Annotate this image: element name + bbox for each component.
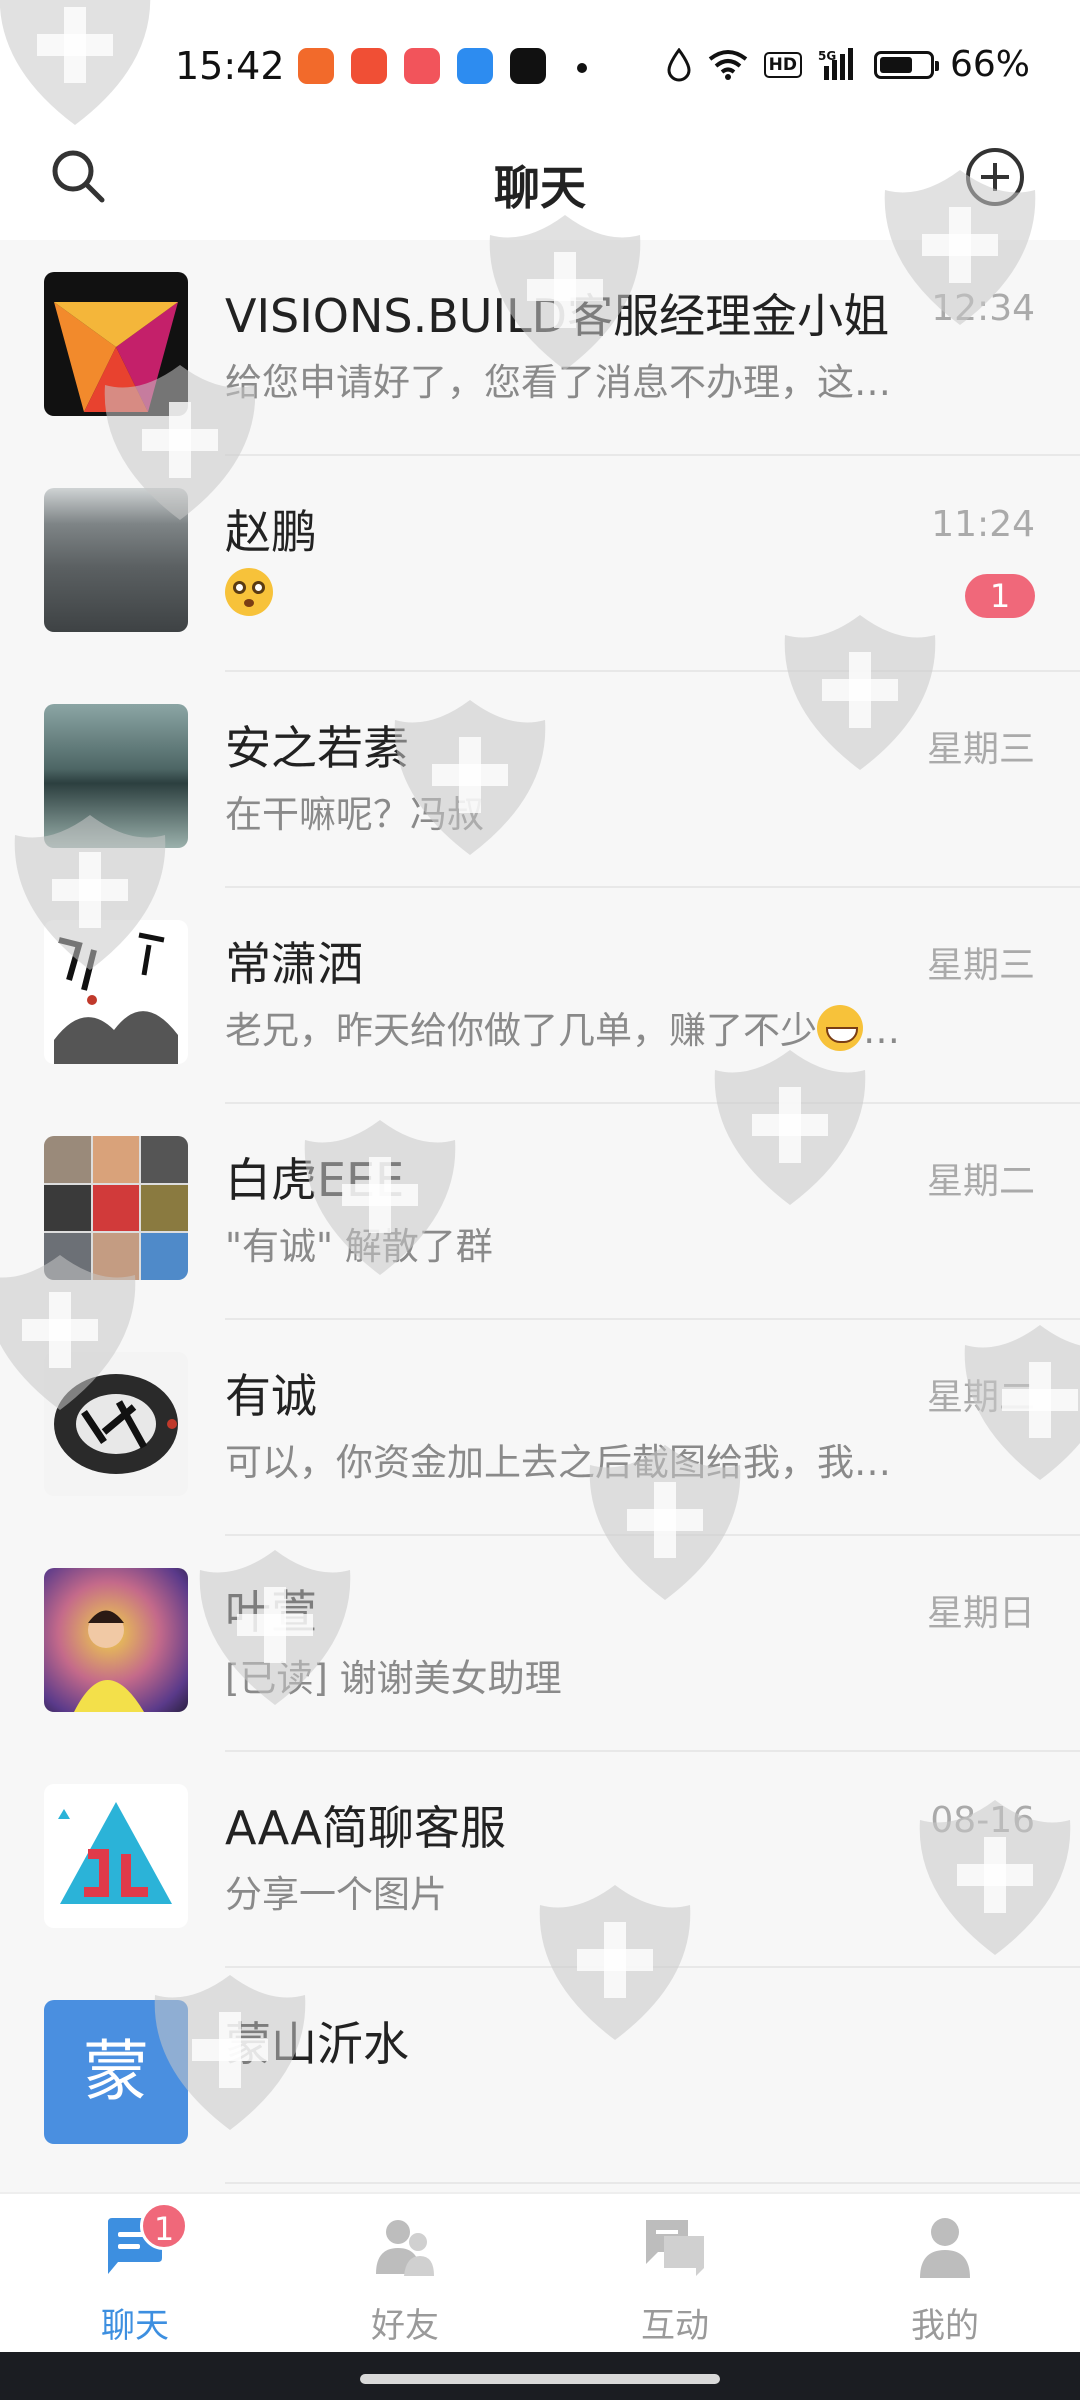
avatar [44,920,188,1064]
more-notifications-dot [577,63,587,73]
divider [225,2182,1080,2184]
chat-time: 星期三 [926,945,1035,986]
signal-icon: 5G [818,47,858,82]
chat-item[interactable]: 叶萱 星期日 [已读] 谢谢美女助理 [0,1536,1080,1752]
chat-preview: [已读] 谢谢美女助理 [225,1657,562,1700]
tab-label: 互动 [641,2306,709,2346]
chat-preview: 在干嘛呢？冯叔 [225,793,484,836]
tab-badge: 1 [140,2202,188,2250]
tab-friends[interactable]: 好友 [270,2194,540,2354]
chat-time: 星期二 [926,1161,1035,1202]
chat-name: 有诚 [225,1369,317,1423]
chat-item[interactable]: VISIONS.BUILD客服经理金小姐 12:34 给您申请好了，您看了消息不… [0,240,1080,456]
chat-preview: 老兄，昨天给你做了几单，赚了不少 … [225,1000,900,1054]
arrow-app-icon [510,48,546,84]
chat-preview: "有诚" 解散了群 [225,1225,493,1268]
bottom-tab-bar: 1 聊天 好友 互动 我的 [0,2192,1080,2354]
wifi-icon [708,49,748,81]
chat-name: 蒙山沂水 [225,2017,409,2071]
top-app-bar: 聊天 [0,130,1080,240]
friends-tab-icon [372,2214,438,2280]
battery-percent: 66% [949,44,1030,85]
tab-chat[interactable]: 1 聊天 [0,2194,270,2354]
avatar [44,272,188,416]
avatar [44,1568,188,1712]
chat-item[interactable]: 蒙 蒙山沂水 [0,1968,1080,2184]
chat-preview: 可以，你资金加上去之后截图给我，我… [225,1441,891,1484]
chat-item[interactable]: AAA简聊客服 08-16 分享一个图片 [0,1752,1080,1968]
home-gesture-handle[interactable] [360,2374,720,2384]
status-time: 15:42 [175,44,285,88]
battery-fill [879,56,912,73]
status-app-icons [298,48,546,84]
avatar [44,488,188,632]
chat-time: 星期二 [926,1377,1035,1418]
system-nav-bar [0,2352,1080,2400]
chat-preview-text: 老兄，昨天给你做了几单，赚了不少 [225,1009,817,1052]
chat-preview: 分享一个图片 [225,1873,447,1916]
chat-item[interactable]: 常潇洒 星期三 老兄，昨天给你做了几单，赚了不少 … [0,888,1080,1104]
plus-circle-icon[interactable] [960,142,1030,212]
page-title: 聊天 [494,161,586,215]
flushed-face-emoji [225,568,273,616]
status-indicators: HD 5G 66% [666,44,1030,85]
chat-time: 12:34 [931,288,1035,329]
chat-name: 常潇洒 [225,937,363,991]
tab-label: 好友 [371,2306,439,2346]
chat-preview [225,568,273,616]
chat-time: 11:24 [931,504,1035,545]
tab-label: 聊天 [101,2306,169,2346]
chat-name: VISIONS.BUILD客服经理金小姐 [225,289,890,343]
chat-name: AAA简聊客服 [225,1801,506,1855]
chat-name: 赵鹏 [225,505,317,559]
chat-item[interactable]: 安之若素 星期三 在干嘛呢？冯叔 [0,672,1080,888]
avatar [44,1352,188,1496]
chat-time: 08-16 [930,1800,1035,1841]
profile-tab-icon [912,2214,978,2280]
chat-app-icon [457,48,493,84]
app-notification-icon [298,48,334,84]
chat-name: 白虎EEE [225,1153,405,1207]
video-app-icon [351,48,387,84]
interact-tab-icon [642,2214,708,2280]
chat-item[interactable]: 白虎EEE 星期二 "有诚" 解散了群 [0,1104,1080,1320]
status-bar: 15:42 HD 5G 66% [0,0,1080,130]
chat-item[interactable]: 有诚 星期二 可以，你资金加上去之后截图给我，我… [0,1320,1080,1536]
chat-preview: 给您申请好了，您看了消息不办理，这… [225,361,891,404]
battery-icon [873,50,939,79]
avatar [44,1136,188,1280]
tab-profile[interactable]: 我的 [810,2194,1080,2354]
hd-icon: HD [763,51,802,78]
chat-time: 星期日 [926,1593,1035,1634]
chat-item[interactable]: 赵鹏 11:24 1 [0,456,1080,672]
chat-list: VISIONS.BUILD客服经理金小姐 12:34 给您申请好了，您看了消息不… [0,240,1080,2184]
chat-preview-ellipsis: … [863,1009,900,1052]
chat-time: 星期三 [926,729,1035,770]
grinning-face-emoji [817,1005,863,1051]
chat-name: 叶萱 [225,1585,317,1639]
avatar: 蒙 [44,2000,188,2144]
drop-icon [666,47,692,82]
chat-name: 安之若素 [225,721,409,775]
tab-label: 我的 [911,2306,979,2346]
avatar [44,704,188,848]
avatar [44,1784,188,1928]
app-notification-icon [404,48,440,84]
tab-interact[interactable]: 互动 [540,2194,810,2354]
unread-badge: 1 [965,574,1035,618]
